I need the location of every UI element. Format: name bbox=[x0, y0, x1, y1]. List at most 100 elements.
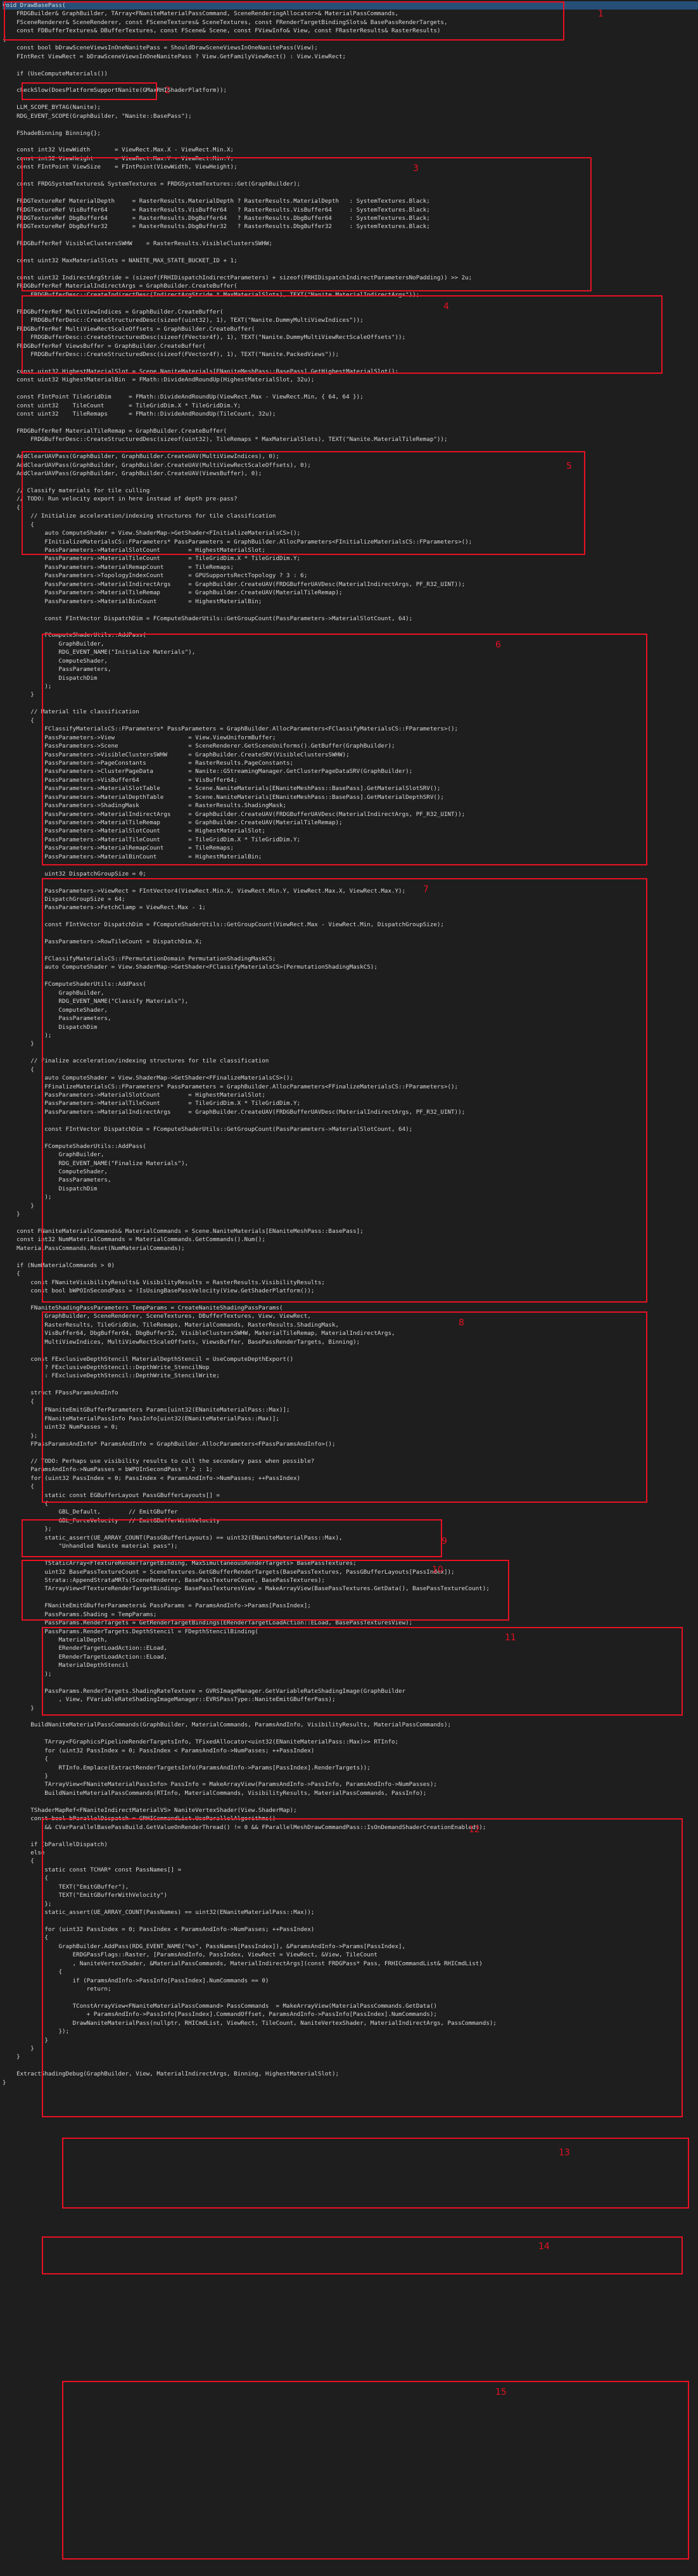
code-line[interactable]: // TODO: Perhaps use visibility results … bbox=[3, 1457, 698, 1465]
code-line[interactable]: FRDGBufferDesc::CreateStructuredDesc(siz… bbox=[3, 316, 698, 324]
code-line[interactable]: PassParameters->Scene = SceneRenderer.Ge… bbox=[3, 742, 698, 750]
code-line[interactable] bbox=[3, 1448, 698, 1457]
code-line[interactable]: "Unhandled Nanite material pass"); bbox=[3, 1542, 698, 1550]
code-line[interactable]: FRDGBufferRef VisibleClustersSWHW = Rast… bbox=[3, 239, 698, 248]
code-line[interactable] bbox=[3, 359, 698, 367]
code-line[interactable]: const FExclusiveDepthStencil MaterialDep… bbox=[3, 1355, 698, 1363]
code-line[interactable]: , View, FVariableRateShadingImageManager… bbox=[3, 1695, 698, 1704]
code-line[interactable]: FPassParamsAndInfo* ParamsAndInfo = Grap… bbox=[3, 1440, 698, 1448]
code-line[interactable] bbox=[3, 61, 698, 69]
code-line[interactable]: PassParameters->VisBuffer64 = VisBuffer6… bbox=[3, 776, 698, 784]
code-line[interactable]: ERDGPassFlags::Raster, [ParamsAndInfo, P… bbox=[3, 1951, 698, 1959]
code-line[interactable]: FRDGBufferDesc::CreateStructuredDesc(siz… bbox=[3, 435, 698, 443]
code-line[interactable]: const FRDGSystemTextures& SystemTextures… bbox=[3, 180, 698, 188]
code-line[interactable]: + ParamsAndInfo->PassInfo[PassIndex].Com… bbox=[3, 2010, 698, 2018]
code-line[interactable]: PassParams.RenderTargets = GetRenderTarg… bbox=[3, 1619, 698, 1627]
code-line[interactable]: FClassifyMaterialsCS::FParameters* PassP… bbox=[3, 725, 698, 733]
code-line[interactable]: FNaniteShadingPassParameters TempParams … bbox=[3, 1304, 698, 1312]
code-line[interactable]: ); bbox=[3, 682, 698, 691]
code-line[interactable]: PassParameters->MaterialTileRemap = Grap… bbox=[3, 589, 698, 597]
code-line[interactable]: PassParameters->View = View.ViewUniformB… bbox=[3, 734, 698, 742]
code-line[interactable]: { bbox=[3, 1968, 698, 1976]
code-line[interactable]: AddClearUAVPass(GraphBuilder, GraphBuild… bbox=[3, 461, 698, 469]
code-line[interactable]: PassParameters->MaterialSlotCount = High… bbox=[3, 827, 698, 835]
code-line[interactable] bbox=[3, 189, 698, 197]
code-line[interactable]: PassParameters->ShadingMask = RasterResu… bbox=[3, 801, 698, 810]
code-line[interactable]: ParamsAndInfo->NumPasses = bWPOInSecondP… bbox=[3, 1465, 698, 1474]
code-line[interactable]: PassParameters->MaterialTileCount = Tile… bbox=[3, 1099, 698, 1107]
code-line[interactable]: FRDGBufferRef MaterialIndirectArgs = Gra… bbox=[3, 282, 698, 290]
code-line[interactable]: const uint32 HighestMaterialSlot = Scene… bbox=[3, 367, 698, 376]
code-line[interactable]: FInitializeMaterialsCS::FParameters* Pas… bbox=[3, 538, 698, 546]
code-line[interactable]: { bbox=[3, 1755, 698, 1763]
code-line[interactable]: PassParameters->MaterialRemapCount = Til… bbox=[3, 844, 698, 852]
code-line[interactable] bbox=[3, 248, 698, 257]
code-line[interactable]: static_assert(UE_ARRAY_COUNT(PassNames) … bbox=[3, 1908, 698, 1916]
code-line[interactable]: PassParameters->ViewRect = FIntVector4(V… bbox=[3, 887, 698, 895]
code-line[interactable]: ); bbox=[3, 1193, 698, 1201]
code-line[interactable]: const FNaniteMaterialCommands& MaterialC… bbox=[3, 1227, 698, 1235]
code-line[interactable] bbox=[3, 699, 698, 708]
code-line[interactable]: TArrayView<FNaniteMaterialPassInfo> Pass… bbox=[3, 1780, 698, 1789]
code-line[interactable]: FRDGBufferRef MultiViewIndices = GraphBu… bbox=[3, 308, 698, 316]
code-line[interactable] bbox=[3, 1346, 698, 1355]
code-line[interactable] bbox=[3, 78, 698, 86]
code-line[interactable]: RDG_EVENT_SCOPE(GraphBuilder, "Nanite::B… bbox=[3, 112, 698, 120]
code-line[interactable]: FRDGBufferDesc::CreateStructuredDesc(siz… bbox=[3, 333, 698, 341]
code-line[interactable]: { bbox=[3, 35, 698, 44]
code-line[interactable]: const bool bDrawSceneViewsInOneNanitePas… bbox=[3, 44, 698, 52]
code-line[interactable]: if (UseComputeMaterials()) bbox=[3, 70, 698, 78]
code-line[interactable]: static const EGBufferLayout PassGBufferL… bbox=[3, 1491, 698, 1500]
code-line[interactable]: const int32 ViewWidth = ViewRect.Max.X -… bbox=[3, 146, 698, 154]
code-line[interactable]: FRDGBufferDesc::CreateStructuredDesc(siz… bbox=[3, 350, 698, 359]
code-line[interactable]: DrawNaniteMaterialPass(nullptr, RHICmdLi… bbox=[3, 2019, 698, 2027]
code-line[interactable]: } bbox=[3, 2079, 698, 2087]
code-line[interactable]: VisBuffer64, DbgBuffer64, DbgBuffer32, V… bbox=[3, 1329, 698, 1337]
code-line[interactable]: const FIntVector DispatchDim = FComputeS… bbox=[3, 921, 698, 929]
code-line[interactable]: const bool bParallelDispatch = GRHIComma… bbox=[3, 1814, 698, 1823]
code-line[interactable]: ); bbox=[3, 1670, 698, 1678]
code-line[interactable] bbox=[3, 1730, 698, 1738]
code-line[interactable]: FIntRect ViewRect = bDrawSceneViewsInOne… bbox=[3, 53, 698, 61]
code-line[interactable]: for (uint32 PassIndex = 0; PassIndex < P… bbox=[3, 1747, 698, 1755]
code-line[interactable]: if (NumMaterialCommands > 0) bbox=[3, 1261, 698, 1270]
code-line[interactable]: FNaniteMaterialPassInfo PassInfo[uint32(… bbox=[3, 1415, 698, 1423]
code-line[interactable] bbox=[3, 137, 698, 146]
code-line[interactable]: { bbox=[3, 1270, 698, 1278]
code-line[interactable] bbox=[3, 418, 698, 426]
code-line[interactable] bbox=[3, 1133, 698, 1142]
code-line[interactable]: PassParameters->MaterialSlotTable = Scen… bbox=[3, 784, 698, 793]
code-line[interactable]: GraphBuilder, bbox=[3, 989, 698, 997]
code-line[interactable]: const int32 NumMaterialCommands = Materi… bbox=[3, 1235, 698, 1244]
code-line[interactable]: PassParameters, bbox=[3, 665, 698, 673]
code-line[interactable] bbox=[3, 947, 698, 955]
code-line[interactable]: FComputeShaderUtils::AddPass( bbox=[3, 980, 698, 988]
code-line[interactable]: GraphBuilder.AddPass(RDG_EVENT_NAME("%s"… bbox=[3, 1942, 698, 1951]
code-line[interactable]: if (ParamsAndInfo->PassInfo[PassIndex].N… bbox=[3, 1977, 698, 1985]
code-line[interactable]: // Initialize acceleration/indexing stru… bbox=[3, 512, 698, 520]
code-line[interactable] bbox=[3, 385, 698, 393]
code-line[interactable]: RDG_EVENT_NAME("Classify Materials"), bbox=[3, 997, 698, 1005]
code-line[interactable]: GBL_Default, // EmitGBuffer bbox=[3, 1508, 698, 1516]
code-line[interactable]: DispatchDim bbox=[3, 1185, 698, 1193]
code-line[interactable]: ? FExclusiveDepthStencil::DepthWrite_Ste… bbox=[3, 1363, 698, 1372]
code-line[interactable]: struct FPassParamsAndInfo bbox=[3, 1389, 698, 1397]
code-line[interactable]: PassParameters, bbox=[3, 1176, 698, 1184]
code-line[interactable]: const uint32 HighestMaterialBin = FMath:… bbox=[3, 376, 698, 384]
code-line[interactable]: const uint32 IndirectArgStride = (sizeof… bbox=[3, 274, 698, 282]
code-line[interactable]: return; bbox=[3, 1985, 698, 1993]
code-line[interactable]: MaterialPassCommands.Reset(NumMaterialCo… bbox=[3, 1244, 698, 1253]
code-line[interactable]: PassParameters->TopologyIndexCount = GPU… bbox=[3, 571, 698, 580]
code-line[interactable]: FShadeBinning Binning{}; bbox=[3, 129, 698, 137]
code-line[interactable]: } bbox=[3, 1772, 698, 1780]
code-line[interactable]: FClassifyMaterialsCS::FPermutationDomain… bbox=[3, 955, 698, 963]
code-line[interactable]: FNaniteEmitGBufferParameters& PassParams… bbox=[3, 1602, 698, 1610]
code-line[interactable] bbox=[3, 1712, 698, 1721]
code-line[interactable]: FFinalizeMaterialsCS::FParameters* PassP… bbox=[3, 1083, 698, 1091]
code-line[interactable]: LLM_SCOPE_BYTAG(Nanite); bbox=[3, 103, 698, 112]
code-line[interactable]: PassParameters->PageConstants = RasterRe… bbox=[3, 759, 698, 767]
code-line[interactable] bbox=[3, 444, 698, 452]
code-line[interactable]: auto ComputeShader = View.ShaderMap->Get… bbox=[3, 963, 698, 971]
code-line[interactable]: { bbox=[3, 1934, 698, 1942]
code-line[interactable]: const FIntVector DispatchDim = FComputeS… bbox=[3, 1125, 698, 1133]
